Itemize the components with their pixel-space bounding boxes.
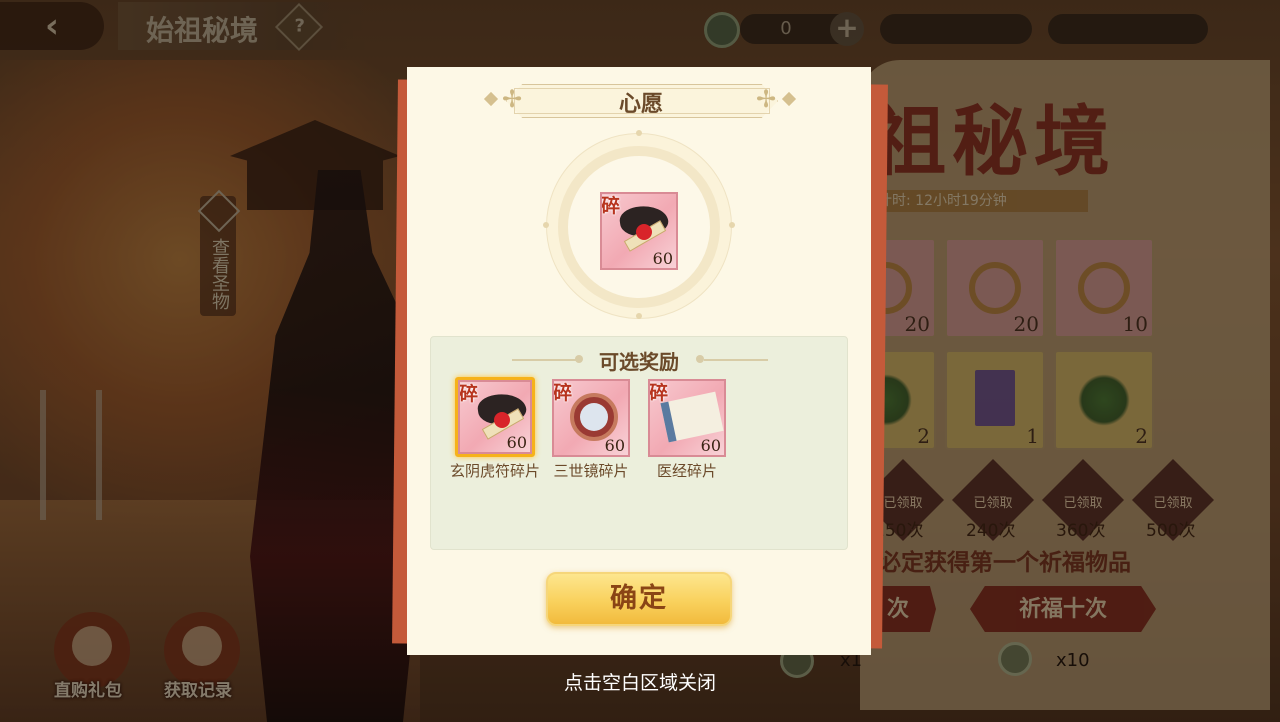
item-quantity: 60: [604, 436, 625, 455]
optional-rewards-title: 可选奖励: [599, 350, 679, 374]
item-quantity: 60: [652, 249, 673, 268]
reward-name: 玄阴虎符碎片: [449, 462, 540, 480]
fragment-badge: 碎: [553, 382, 573, 404]
dialog-title: 心愿: [618, 92, 663, 117]
reward-option-mirror[interactable]: 碎 60: [552, 379, 630, 457]
fragment-badge: 碎: [649, 382, 669, 404]
close-hint-text: 点击空白区域关闭: [563, 672, 716, 694]
fragment-badge: 碎: [601, 195, 621, 217]
item-quantity: 60: [700, 436, 721, 455]
wish-header: ✢ ✢ 心愿: [483, 82, 797, 118]
confirm-button-label: 确定: [610, 583, 668, 614]
reward-name: 医经碎片: [656, 462, 717, 480]
reward-name: 三世镜碎片: [553, 462, 629, 480]
wish-item-card[interactable]: 碎 60: [600, 192, 678, 270]
selected-highlight: [455, 377, 535, 457]
reward-option-medical-book[interactable]: 碎 60: [648, 379, 726, 457]
confirm-button[interactable]: 确定: [546, 572, 732, 626]
book-icon: [660, 391, 724, 443]
